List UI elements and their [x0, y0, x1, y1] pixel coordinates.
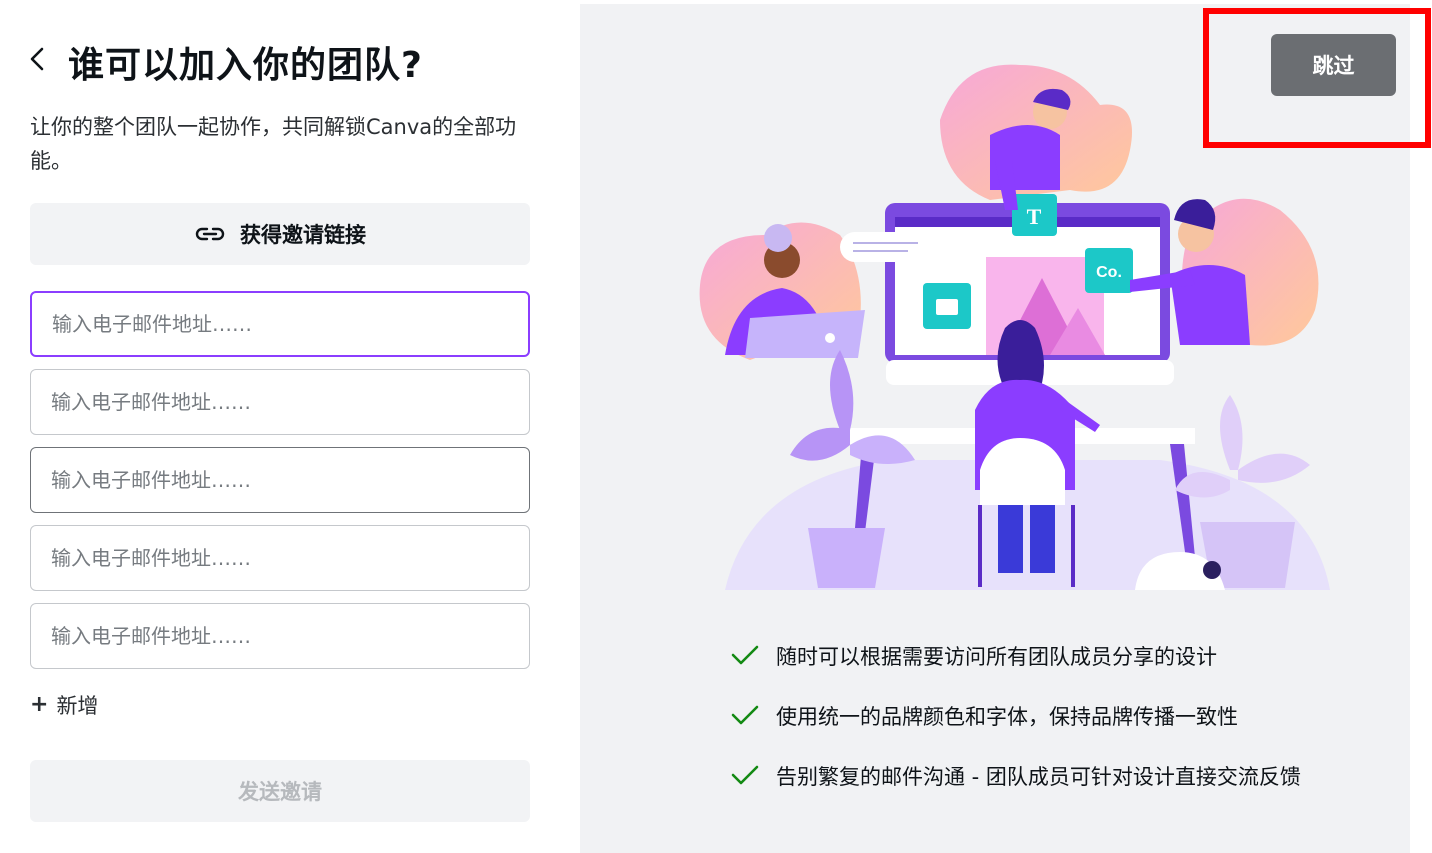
get-invite-link-label: 获得邀请链接 — [240, 223, 366, 247]
check-icon — [731, 705, 759, 725]
link-icon — [195, 227, 225, 241]
feature-text: 使用统一的品牌颜色和字体，保持品牌传播一致性 — [776, 705, 1238, 729]
send-invite-button[interactable]: 发送邀请 — [30, 760, 530, 822]
page-title: 谁可以加入你的团队? — [68, 45, 423, 86]
email-field-5[interactable] — [30, 603, 530, 669]
skip-highlight-box — [1203, 8, 1431, 148]
email-field-2[interactable] — [30, 369, 530, 435]
feature-text: 随时可以根据需要访问所有团队成员分享的设计 — [776, 645, 1217, 669]
invite-panel: 谁可以加入你的团队? 让你的整个团队一起协作，共同解锁Canva的全部功能。 获… — [0, 0, 580, 853]
co-tile-label: Co. — [1096, 264, 1122, 281]
feature-list: 随时可以根据需要访问所有团队成员分享的设计 使用统一的品牌颜色和字体，保持品牌传… — [730, 640, 1350, 820]
feature-item: 使用统一的品牌颜色和字体，保持品牌传播一致性 — [730, 700, 1350, 734]
email-field-3[interactable] — [30, 447, 530, 513]
back-chevron-icon[interactable] — [26, 44, 50, 74]
feature-item: 告别繁复的邮件沟通 - 团队成员可针对设计直接交流反馈 — [730, 760, 1350, 794]
page-subtitle: 让你的整个团队一起协作，共同解锁Canva的全部功能。 — [30, 115, 517, 173]
check-icon — [731, 765, 759, 785]
text-tile-label: T — [1027, 204, 1042, 229]
check-icon — [731, 645, 759, 665]
plus-icon: + — [30, 692, 49, 717]
get-invite-link-button[interactable]: 获得邀请链接 — [30, 203, 530, 265]
feature-text: 告别繁复的邮件沟通 - 团队成员可针对设计直接交流反馈 — [776, 765, 1301, 789]
email-field-1[interactable] — [30, 291, 530, 357]
add-email-button[interactable]: + 新增 — [30, 690, 98, 720]
feature-item: 随时可以根据需要访问所有团队成员分享的设计 — [730, 640, 1350, 674]
email-field-4[interactable] — [30, 525, 530, 591]
add-email-label: 新增 — [56, 694, 99, 718]
